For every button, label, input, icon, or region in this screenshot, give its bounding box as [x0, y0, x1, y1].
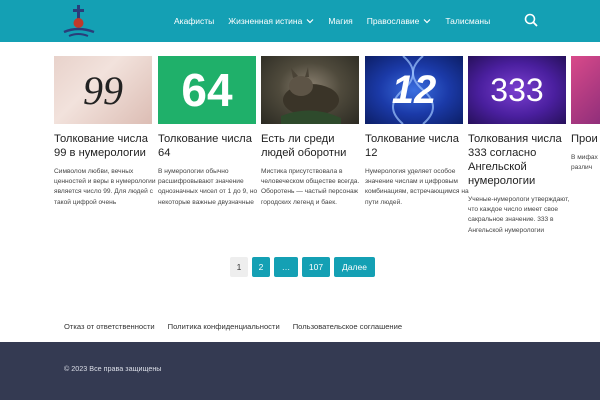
- page-current: 1: [230, 257, 248, 277]
- article-card[interactable]: Прои разно пикси В мифах времён встреті …: [571, 56, 600, 173]
- page-ellipsis[interactable]: …: [274, 257, 298, 277]
- article-card[interactable]: Есть ли среди людей оборотни Мистика при…: [261, 56, 359, 208]
- pagination: 1 2 … 107 Далее: [230, 257, 379, 277]
- article-excerpt: Ученые-нумерологи утверждают, что каждое…: [468, 196, 570, 234]
- nav-item-akafisty[interactable]: Акафисты: [174, 16, 214, 26]
- nav-label: Магия: [328, 16, 353, 26]
- article-card[interactable]: 64 Толкование числа 64 В нумерологии обы…: [158, 56, 258, 208]
- nav-label: Талисманы: [445, 16, 491, 26]
- nav-item-magic[interactable]: Магия: [328, 16, 352, 26]
- nav-label: Православие: [366, 16, 420, 26]
- article-excerpt: Нумерология уделяет особое значение числ…: [365, 168, 469, 206]
- article-thumbnail[interactable]: 12: [365, 56, 463, 124]
- site-footer: © 2023 Все права защищены: [0, 342, 600, 400]
- article-title[interactable]: Есть ли среди людей оборотни: [261, 132, 361, 160]
- article-title[interactable]: Толкования числа 333 согласно Ангельской…: [468, 132, 568, 188]
- nav-item-life-truth[interactable]: Жизненная истина: [228, 16, 314, 26]
- article-title[interactable]: Толкование числа 12: [365, 132, 465, 160]
- article-title[interactable]: Толкование числа 64: [158, 132, 258, 160]
- werewolf-image: [281, 67, 341, 124]
- cross-church-logo[interactable]: [60, 2, 98, 40]
- article-thumbnail[interactable]: 64: [158, 56, 256, 124]
- article-excerpt: Мистика присутствовала в человеческом об…: [261, 168, 360, 206]
- article-thumbnail[interactable]: 333: [468, 56, 566, 124]
- article-card[interactable]: 12 Толкование числа 12 Нумерология уделя…: [365, 56, 469, 208]
- page-link[interactable]: 107: [302, 257, 330, 277]
- article-excerpt: В мифах времён встреті необыч различ: [571, 154, 600, 172]
- article-thumbnail[interactable]: [571, 56, 600, 124]
- site-header: Акафисты Жизненная истина Магия Правосла…: [0, 0, 600, 42]
- thumbnail-number: [571, 56, 600, 124]
- search-icon[interactable]: [524, 13, 538, 27]
- footer-links: Отказ от ответственности Политика конфид…: [64, 322, 415, 331]
- article-card[interactable]: 333 Толкования числа 333 согласно Ангель…: [468, 56, 569, 236]
- article-title[interactable]: Прои разно пикси: [571, 132, 600, 146]
- chevron-down-icon: [306, 19, 314, 24]
- nav-label: Акафисты: [174, 16, 215, 26]
- article-excerpt: Символом любви, вечных ценностей и веры …: [54, 168, 156, 206]
- nav-item-talismans[interactable]: Талисманы: [445, 16, 490, 26]
- article-excerpt: В нумерологии обычно расшифровывают знач…: [158, 168, 258, 206]
- footer-link-disclaimer[interactable]: Отказ от ответственности: [64, 322, 155, 331]
- article-thumbnail[interactable]: [261, 56, 359, 124]
- thumbnail-number: 12: [391, 67, 437, 112]
- page-link[interactable]: 2: [252, 257, 270, 277]
- footer-link-terms[interactable]: Пользовательское соглашение: [293, 322, 402, 331]
- nav-item-orthodoxy[interactable]: Православие: [367, 16, 432, 26]
- thumbnail-number: 64: [181, 64, 233, 116]
- article-title[interactable]: Толкование числа 99 в нумерологии: [54, 132, 154, 160]
- next-page-button[interactable]: Далее: [334, 257, 375, 277]
- thumbnail-number: 99: [83, 67, 123, 113]
- main-nav: Акафисты Жизненная истина Магия Правосла…: [174, 0, 504, 42]
- thumbnail-number: 333: [490, 71, 544, 108]
- copyright-text: © 2023 Все права защищены: [64, 364, 162, 373]
- nav-label: Жизненная истина: [228, 16, 303, 26]
- article-card[interactable]: 99 Толкование числа 99 в нумерологии Сим…: [54, 56, 156, 208]
- article-cards: 99 Толкование числа 99 в нумерологии Сим…: [54, 56, 600, 246]
- article-thumbnail[interactable]: 99: [54, 56, 152, 124]
- chevron-down-icon: [423, 19, 431, 24]
- footer-link-privacy[interactable]: Политика конфиденциальности: [168, 322, 280, 331]
